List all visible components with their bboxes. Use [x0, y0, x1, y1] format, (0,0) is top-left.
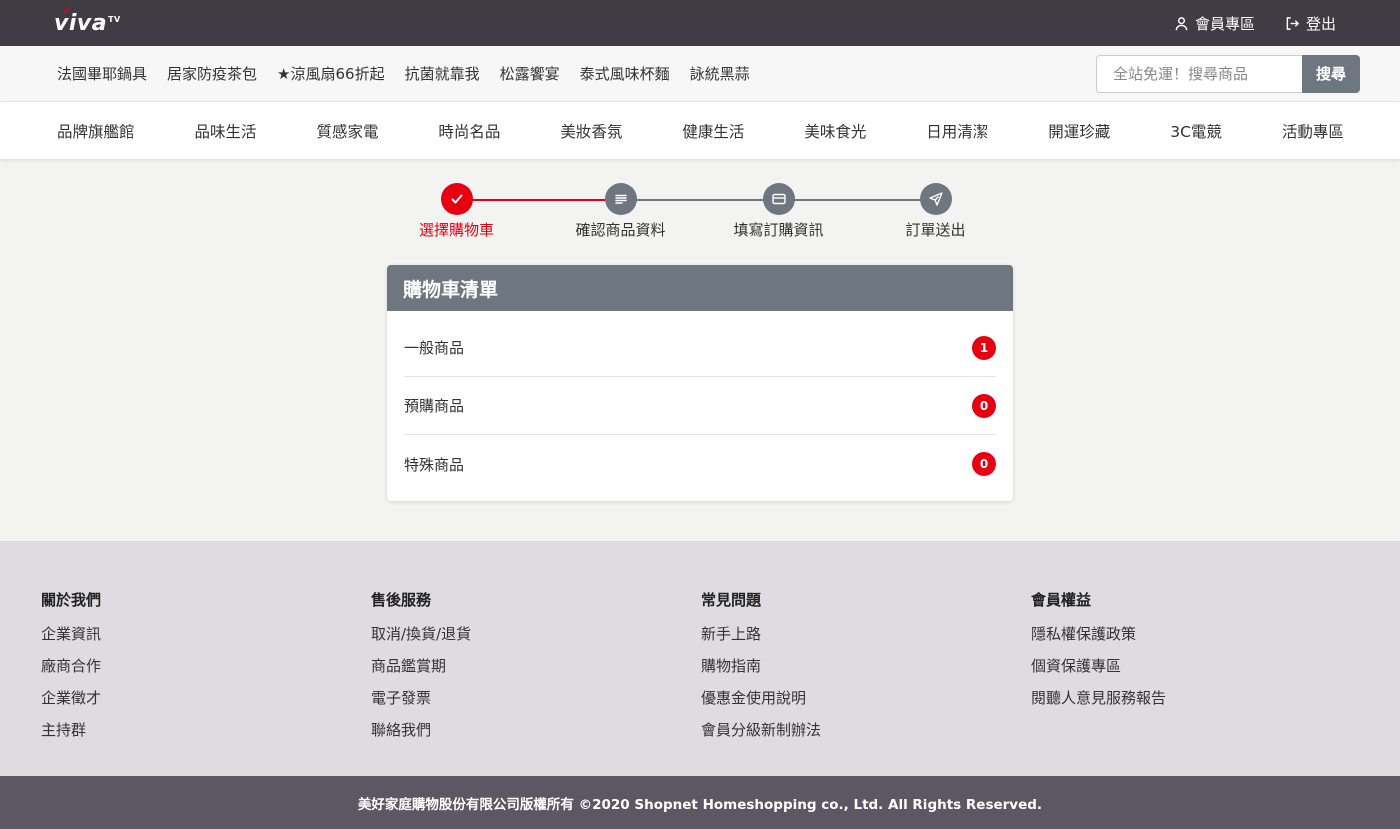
category-item[interactable]: 美味食光	[804, 120, 866, 142]
category-item[interactable]: 美妝香氛	[560, 120, 622, 142]
copyright-bar: 美好家庭購物股份有限公司版權所有 ©2020 Shopnet Homeshopp…	[0, 776, 1400, 829]
footer-link[interactable]: 商品鑑賞期	[371, 650, 471, 682]
category-item[interactable]: 活動專區	[1282, 120, 1344, 142]
category-item[interactable]: 開運珍藏	[1048, 120, 1110, 142]
category-item[interactable]: 質感家電	[316, 120, 378, 142]
footer-link[interactable]: 電子發票	[371, 682, 471, 714]
footer-column-member: 會員權益 隱私權保護政策 個資保護專區 閱聽人意見服務報告	[1031, 589, 1166, 714]
footer-link[interactable]: 閱聽人意見服務報告	[1031, 682, 1166, 714]
search-box: 搜尋	[1096, 54, 1360, 93]
footer-link[interactable]: 廠商合作	[41, 650, 101, 682]
count-badge: 0	[972, 393, 996, 418]
category-item[interactable]: 3C電競	[1170, 120, 1222, 142]
promo-link[interactable]: 居家防疫茶包	[167, 63, 257, 84]
promo-link[interactable]: 詠統黑蒜	[690, 63, 750, 84]
footer-link[interactable]: 取消/換貨/退貨	[371, 618, 471, 650]
category-nav: 品牌旗艦館 品味生活 質感家電 時尚名品 美妝香氛 健康生活 美味食光 日用清潔…	[0, 102, 1400, 159]
logo-check-mark: ✓	[62, 1, 75, 18]
cart-row-preorder[interactable]: 預購商品 0	[404, 377, 996, 435]
cart-list-title: 購物車清單	[387, 265, 1013, 311]
cart-list-card: 購物車清單 一般商品 1 預購商品 0 特殊商品 0	[387, 265, 1013, 501]
cart-list-body: 一般商品 1 預購商品 0 特殊商品 0	[387, 311, 1013, 501]
footer-column-service: 售後服務 取消/換貨/退貨 商品鑑賞期 電子發票 聯絡我們	[371, 589, 471, 746]
step-circle	[604, 183, 637, 215]
footer-link[interactable]: 個資保護專區	[1031, 650, 1166, 682]
account-links: 會員專區 登出	[1174, 13, 1336, 34]
search-input[interactable]	[1096, 54, 1302, 93]
footer-link[interactable]: 新手上路	[701, 618, 821, 650]
footer-link[interactable]: 企業徵才	[41, 682, 101, 714]
list-icon	[614, 194, 627, 204]
step-label: 選擇購物車	[418, 221, 494, 239]
footer-link[interactable]: 會員分級新制辦法	[701, 714, 821, 746]
step-circle	[440, 183, 473, 215]
count-badge: 1	[972, 335, 996, 360]
promo-link[interactable]: 抗菌就靠我	[405, 63, 480, 84]
footer-column-faq: 常見問題 新手上路 購物指南 優惠金使用說明 會員分級新制辦法	[701, 589, 821, 746]
promo-link[interactable]: ★涼風扇66折起	[277, 63, 385, 84]
promo-link[interactable]: 泰式風味杯麵	[580, 63, 670, 84]
step-submit-order: 訂單送出	[857, 183, 1014, 240]
step-order-info: 填寫訂購資訊	[700, 183, 857, 240]
user-icon	[1175, 16, 1188, 30]
footer-link[interactable]: 企業資訊	[41, 618, 101, 650]
category-item[interactable]: 日用清潔	[926, 120, 988, 142]
step-label: 確認商品資料	[575, 221, 666, 239]
footer-column-title: 關於我們	[41, 591, 102, 609]
promo-bar: 法國畢耶鍋具 居家防疫茶包 ★涼風扇66折起 抗菌就靠我 松露饗宴 泰式風味杯麵…	[0, 46, 1400, 102]
promo-link[interactable]: 松露饗宴	[500, 63, 560, 84]
footer-column-title: 售後服務	[371, 591, 432, 609]
logo-tv-text: TV	[108, 14, 121, 24]
footer-column-about: 關於我們 企業資訊 廠商合作 企業徵才 主持群	[41, 589, 101, 746]
promo-links: 法國畢耶鍋具 居家防疫茶包 ★涼風扇66折起 抗菌就靠我 松露饗宴 泰式風味杯麵…	[57, 63, 750, 84]
main-content: 選擇購物車 確認商品資料 填寫訂購資訊 訂單送出 購物車清單 一般商品 1 預購…	[0, 159, 1400, 541]
footer-link[interactable]: 主持群	[41, 714, 101, 746]
credit-card-icon	[771, 193, 786, 205]
footer-link[interactable]: 聯絡我們	[371, 714, 471, 746]
member-area-label: 會員專區	[1194, 14, 1255, 33]
footer-column-title: 會員權益	[1031, 591, 1092, 609]
checkout-stepper: 選擇購物車 確認商品資料 填寫訂購資訊 訂單送出	[378, 183, 1014, 243]
check-icon	[451, 194, 462, 204]
step-label: 訂單送出	[905, 221, 966, 239]
member-area-link[interactable]: 會員專區	[1174, 13, 1255, 34]
cart-row-special[interactable]: 特殊商品 0	[404, 435, 996, 493]
footer: 關於我們 企業資訊 廠商合作 企業徵才 主持群 售後服務 取消/換貨/退貨 商品…	[0, 541, 1400, 776]
logout-icon	[1286, 16, 1300, 30]
count-badge: 0	[972, 452, 996, 476]
send-icon	[928, 192, 943, 206]
footer-link[interactable]: 隱私權保護政策	[1031, 618, 1166, 650]
viva-logo[interactable]: ✓ viva TV	[54, 2, 121, 36]
category-item[interactable]: 品味生活	[194, 120, 256, 142]
cart-row-label: 特殊商品	[404, 455, 465, 474]
step-select-cart: 選擇購物車	[378, 183, 535, 240]
footer-link[interactable]: 購物指南	[701, 650, 821, 682]
step-label: 填寫訂購資訊	[733, 221, 824, 239]
step-circle	[762, 183, 795, 215]
step-confirm-items: 確認商品資料	[542, 183, 699, 240]
step-circle	[919, 183, 952, 215]
cart-row-general[interactable]: 一般商品 1	[404, 319, 996, 377]
cart-row-label: 預購商品	[404, 397, 465, 415]
cart-row-label: 一般商品	[404, 339, 465, 357]
search-button[interactable]: 搜尋	[1302, 54, 1360, 93]
category-item[interactable]: 品牌旗艦館	[57, 120, 135, 142]
footer-column-title: 常見問題	[701, 591, 762, 609]
logout-label: 登出	[1305, 14, 1336, 33]
footer-link[interactable]: 優惠金使用說明	[701, 682, 821, 714]
logout-link[interactable]: 登出	[1285, 13, 1336, 34]
category-item[interactable]: 時尚名品	[438, 120, 500, 142]
promo-link[interactable]: 法國畢耶鍋具	[57, 63, 147, 84]
category-item[interactable]: 健康生活	[682, 120, 744, 142]
top-bar: ✓ viva TV 會員專區 登出	[0, 0, 1400, 46]
